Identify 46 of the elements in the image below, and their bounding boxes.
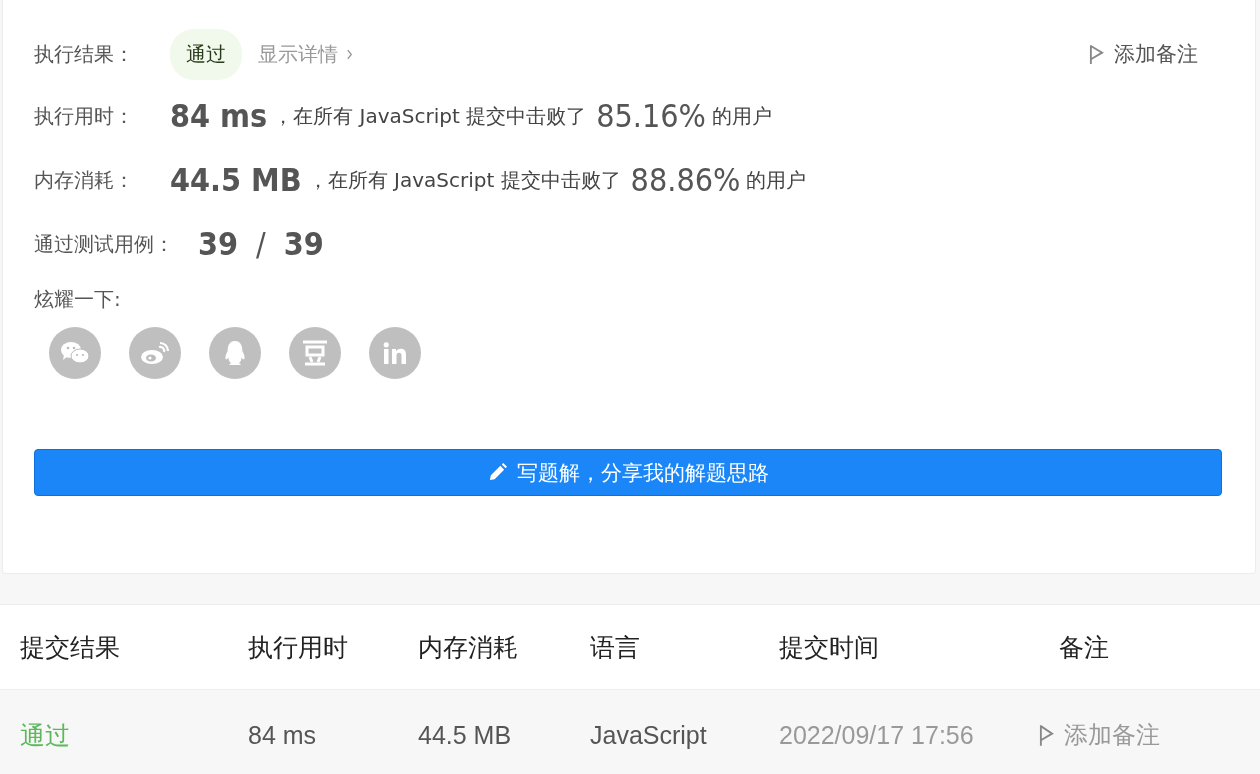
count-separator: / <box>256 225 266 263</box>
flag-icon <box>1039 723 1054 747</box>
stat-sentence: ，在所有 JavaScript 提交中击败了 <box>307 166 621 194</box>
column-header: 提交时间 <box>779 631 880 664</box>
table-cell: 2022/09/17 17:56 <box>779 720 974 750</box>
stat-value: 44.5 MB <box>170 161 302 199</box>
column-header: 提交结果 <box>20 631 121 664</box>
column-header: 内存消耗 <box>418 631 519 664</box>
total-count: 39 <box>283 225 324 263</box>
chat-bubbles-icon <box>60 340 90 366</box>
add-note-link[interactable]: 添加备注 <box>1039 719 1260 751</box>
field-label: 执行结果： <box>34 40 135 68</box>
share-button[interactable] <box>369 327 421 379</box>
eye-swirl-icon <box>140 340 170 366</box>
write-solution-button[interactable]: 写题解，分享我的解题思路 <box>34 449 1222 496</box>
status-link[interactable]: 通过 <box>20 718 248 752</box>
table-cell-text: JavaScript <box>590 720 708 750</box>
stat-suffix: 的用户 <box>711 102 772 130</box>
flag-icon <box>1089 43 1104 65</box>
share-button[interactable] <box>49 327 101 379</box>
stat-suffix: 的用户 <box>746 166 807 194</box>
field-label: 内存消耗： <box>34 166 135 194</box>
column-header: 语言 <box>590 631 641 664</box>
add-note-link[interactable]: 添加备注 <box>1089 40 1198 68</box>
chevron-icon <box>346 48 353 60</box>
percentile-value: 85.16% <box>596 97 706 135</box>
table-cell-text: 84 ms <box>248 720 318 750</box>
column-header: 备注 <box>1059 631 1110 664</box>
field-label: 通过测试用例： <box>34 230 174 258</box>
share-label: 炫耀一下: <box>34 286 122 313</box>
column-header: 执行用时 <box>248 631 349 664</box>
percentile-value: 88.86% <box>630 161 741 199</box>
bean-icon <box>301 340 329 366</box>
passed-count: 39 <box>198 225 239 263</box>
table-cell-text: 44.5 MB <box>418 720 513 750</box>
field-label: 执行用时： <box>34 102 135 130</box>
share-button[interactable] <box>129 327 181 379</box>
status-badge: 通过 <box>170 28 242 80</box>
details-link[interactable]: 显示详情 <box>258 40 353 68</box>
share-button[interactable] <box>289 327 341 379</box>
penguin-icon <box>223 340 247 366</box>
share-button[interactable] <box>209 327 261 379</box>
stat-sentence: ，在所有 JavaScript 提交中击败了 <box>273 102 587 130</box>
pencil-icon <box>487 463 507 482</box>
stat-value: 84 ms <box>170 97 268 135</box>
linkedin-icon <box>383 342 407 364</box>
